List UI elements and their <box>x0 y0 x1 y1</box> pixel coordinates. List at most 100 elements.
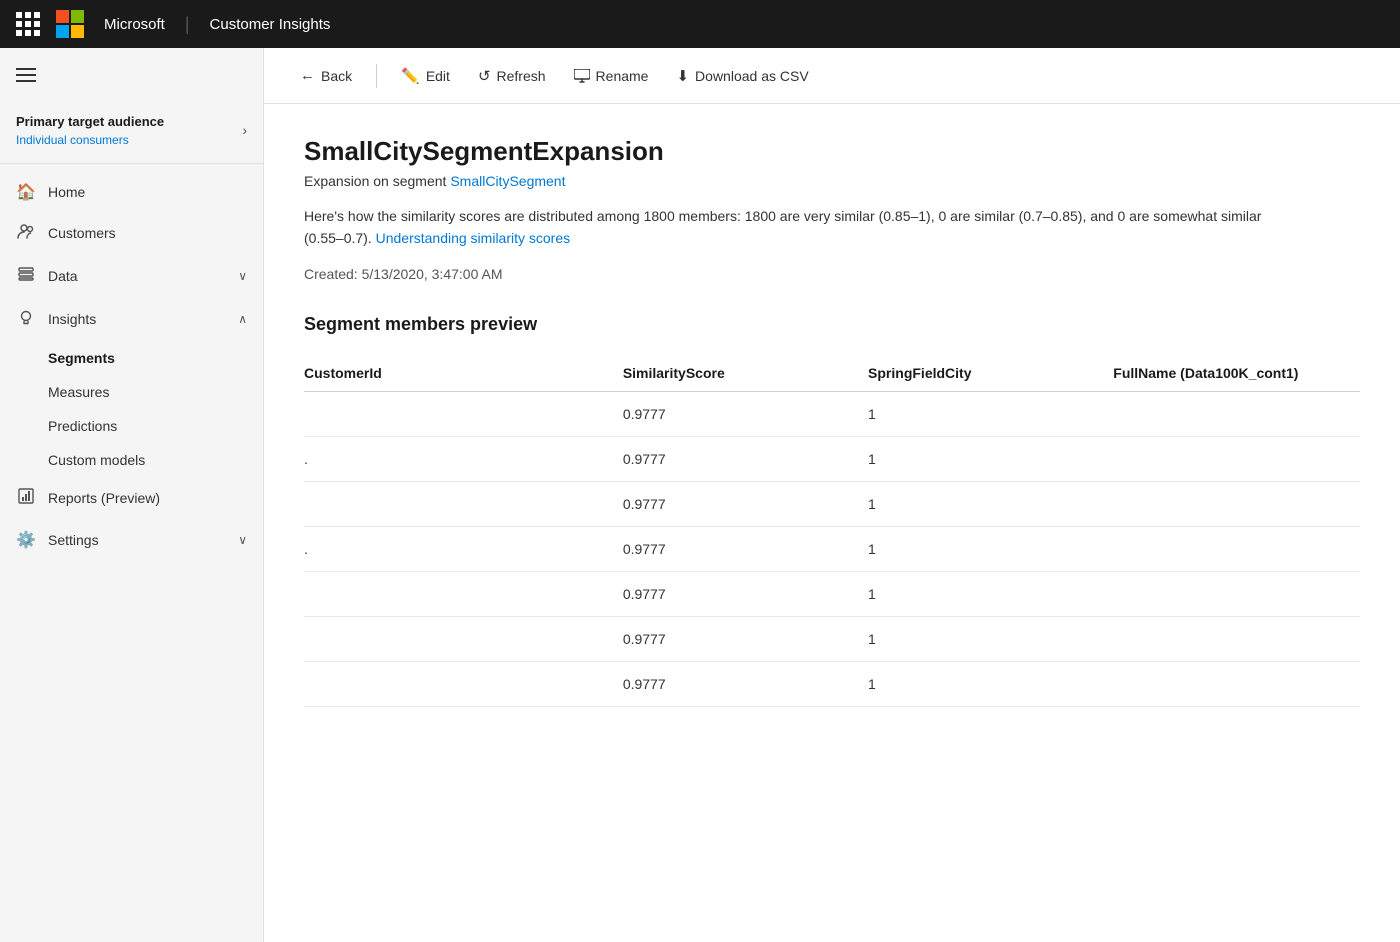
microsoft-logo <box>56 10 84 38</box>
cell-city-2: 1 <box>868 481 1113 526</box>
table-row: 0.9777 1 <box>304 481 1360 526</box>
cell-customerid-0 <box>304 391 623 436</box>
insights-chevron-icon: ∧ <box>238 312 247 326</box>
page-description: Here's how the similarity scores are dis… <box>304 205 1264 250</box>
cell-similarity-5: 0.9777 <box>623 616 868 661</box>
table-row: . 0.9777 1 <box>304 436 1360 481</box>
edit-icon: ✏️ <box>401 67 420 85</box>
sidebar-sub-item-measures[interactable]: Measures <box>0 375 263 409</box>
col-header-fullname: FullName (Data100K_cont1) <box>1113 355 1360 392</box>
refresh-icon: ↺ <box>478 67 491 85</box>
table-header-row: CustomerId SimilarityScore SpringFieldCi… <box>304 355 1360 392</box>
refresh-label: Refresh <box>497 68 546 84</box>
subtitle-link[interactable]: SmallCitySegment <box>450 173 565 189</box>
reports-icon <box>16 487 36 510</box>
topbar: Microsoft | Customer Insights <box>0 0 1400 48</box>
cell-city-6: 1 <box>868 661 1113 706</box>
page-subtitle: Expansion on segment SmallCitySegment <box>304 173 1360 189</box>
cell-fullname-5 <box>1113 616 1360 661</box>
cell-fullname-3 <box>1113 526 1360 571</box>
sidebar-sub-item-segments[interactable]: Segments <box>0 341 263 375</box>
sidebar-item-insights[interactable]: Insights ∧ <box>0 298 263 341</box>
action-bar-separator <box>376 64 377 88</box>
page-title: SmallCitySegmentExpansion <box>304 136 1360 167</box>
sidebar-item-home-label: Home <box>48 184 85 200</box>
audience-label: Primary target audience <box>16 114 164 131</box>
data-icon <box>16 265 36 288</box>
cell-fullname-6 <box>1113 661 1360 706</box>
cell-customerid-4 <box>304 571 623 616</box>
table-row: 0.9777 1 <box>304 391 1360 436</box>
settings-icon: ⚙️ <box>16 530 36 550</box>
page-content: SmallCitySegmentExpansion Expansion on s… <box>264 104 1400 942</box>
download-icon: ⬇ <box>676 67 689 85</box>
cell-customerid-2 <box>304 481 623 526</box>
refresh-button[interactable]: ↺ Refresh <box>466 59 558 93</box>
cell-city-0: 1 <box>868 391 1113 436</box>
content-area: ← Back ✏️ Edit ↺ Refresh Rename <box>264 48 1400 942</box>
table-row: . 0.9777 1 <box>304 526 1360 571</box>
rename-icon <box>574 67 590 84</box>
audience-selector[interactable]: Primary target audience Individual consu… <box>0 102 263 164</box>
section-title: Segment members preview <box>304 314 1360 335</box>
insights-icon <box>16 308 36 331</box>
cell-city-1: 1 <box>868 436 1113 481</box>
sidebar-sub-item-predictions[interactable]: Predictions <box>0 409 263 443</box>
col-header-similarity: SimilarityScore <box>623 355 868 392</box>
cell-similarity-2: 0.9777 <box>623 481 868 526</box>
table-row: 0.9777 1 <box>304 661 1360 706</box>
table-row: 0.9777 1 <box>304 616 1360 661</box>
customers-icon <box>16 222 36 245</box>
description-link[interactable]: Understanding similarity scores <box>376 230 571 246</box>
download-label: Download as CSV <box>695 68 809 84</box>
audience-chevron-icon: › <box>242 122 247 138</box>
audience-sub: Individual consumers <box>16 133 164 147</box>
col-header-city: SpringFieldCity <box>868 355 1113 392</box>
cell-similarity-0: 0.9777 <box>623 391 868 436</box>
cell-customerid-6 <box>304 661 623 706</box>
back-icon: ← <box>300 67 315 84</box>
subtitle-prefix: Expansion on segment <box>304 173 446 189</box>
edit-button[interactable]: ✏️ Edit <box>389 59 462 93</box>
cell-customerid-3: . <box>304 526 623 571</box>
cell-fullname-4 <box>1113 571 1360 616</box>
action-bar: ← Back ✏️ Edit ↺ Refresh Rename <box>264 48 1400 104</box>
sidebar-item-settings[interactable]: ⚙️ Settings ∨ <box>0 520 263 560</box>
sidebar-item-customers[interactable]: Customers <box>0 212 263 255</box>
sidebar-item-home[interactable]: 🏠 Home <box>0 172 263 212</box>
sidebar-sub-item-custom-models[interactable]: Custom models <box>0 443 263 477</box>
hamburger-button[interactable] <box>0 48 263 102</box>
sidebar-item-data[interactable]: Data ∨ <box>0 255 263 298</box>
cell-fullname-2 <box>1113 481 1360 526</box>
cell-customerid-5 <box>304 616 623 661</box>
col-header-customerid: CustomerId <box>304 355 623 392</box>
cell-similarity-4: 0.9777 <box>623 571 868 616</box>
cell-city-3: 1 <box>868 526 1113 571</box>
topbar-brand: Microsoft <box>104 16 165 33</box>
download-button[interactable]: ⬇ Download as CSV <box>664 59 820 93</box>
rename-button[interactable]: Rename <box>562 59 661 92</box>
page-created: Created: 5/13/2020, 3:47:00 AM <box>304 266 1360 282</box>
custom-models-label: Custom models <box>48 452 145 468</box>
back-button[interactable]: ← Back <box>288 59 364 92</box>
cell-similarity-1: 0.9777 <box>623 436 868 481</box>
topbar-title: Customer Insights <box>210 16 331 33</box>
predictions-label: Predictions <box>48 418 117 434</box>
preview-table: CustomerId SimilarityScore SpringFieldCi… <box>304 355 1360 707</box>
sidebar-item-data-label: Data <box>48 268 78 284</box>
sidebar-item-customers-label: Customers <box>48 225 116 241</box>
table-row: 0.9777 1 <box>304 571 1360 616</box>
edit-label: Edit <box>426 68 450 84</box>
home-icon: 🏠 <box>16 182 36 202</box>
cell-fullname-0 <box>1113 391 1360 436</box>
sidebar-item-insights-label: Insights <box>48 311 96 327</box>
main-layout: Primary target audience Individual consu… <box>0 48 1400 942</box>
cell-customerid-1: . <box>304 436 623 481</box>
cell-fullname-1 <box>1113 436 1360 481</box>
waffle-menu[interactable] <box>16 12 40 36</box>
sidebar-nav: 🏠 Home Customers <box>0 164 263 568</box>
sidebar-item-reports[interactable]: Reports (Preview) <box>0 477 263 520</box>
back-label: Back <box>321 68 352 84</box>
segments-label: Segments <box>48 350 115 366</box>
cell-city-4: 1 <box>868 571 1113 616</box>
